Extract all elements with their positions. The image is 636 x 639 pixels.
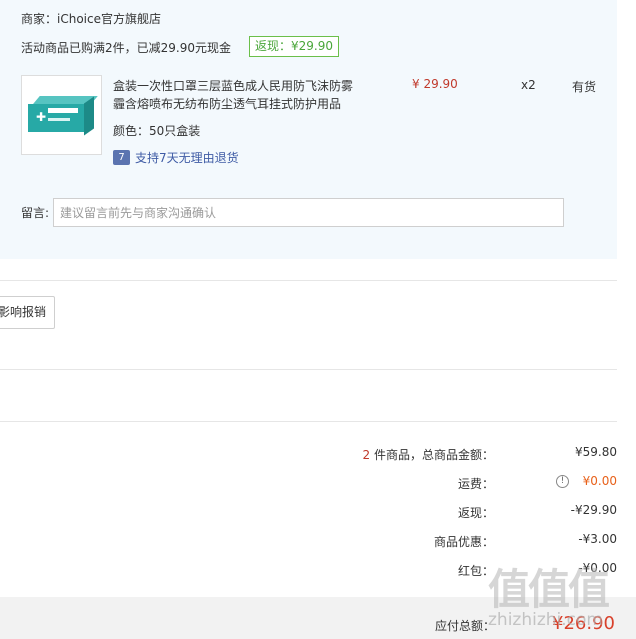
message-label: 留言: [21, 206, 50, 220]
items-total-label: 2 件商品，总商品金额： [363, 446, 494, 463]
total-label: 应付总额： [435, 619, 496, 633]
discount-label: 商品优惠： [433, 535, 494, 549]
return-policy-link[interactable]: 支持7天无理由退货 [135, 149, 239, 166]
rebate-badge: 返现：¥29.90 [249, 36, 339, 57]
divider [0, 421, 617, 422]
discount-value: -¥3.00 [578, 532, 617, 546]
rebate-label: 返现： [457, 506, 494, 520]
shipping-value: ¥0.00 [582, 474, 617, 488]
shipping-label: 运费： [457, 477, 494, 491]
items-total-text: 件商品，总商品金额： [370, 448, 494, 462]
mask-box-label [48, 108, 78, 113]
product-quantity: x2 [521, 78, 536, 92]
product-price: ¥ 29.90 [412, 77, 458, 91]
divider [0, 369, 617, 370]
watermark-domain: zhizhizhi.com [488, 610, 603, 630]
return-policy-icon: 7 [113, 150, 130, 165]
product-variant: 颜色：50只盒装 [113, 124, 201, 138]
product-title-line2[interactable]: 霾含熔喷布无纺布防尘透气耳挂式防护用品 [113, 95, 341, 112]
mask-box-side [84, 96, 94, 136]
medical-cross-icon: ✚ [36, 110, 47, 124]
stock-status: 有货 [572, 80, 597, 94]
shop-name[interactable]: 商家：iChoice官方旗舰店 [21, 10, 161, 27]
info-icon[interactable]: ! [556, 475, 569, 488]
rebate-value: -¥29.90 [570, 503, 617, 517]
invoice-button[interactable]: 影响报销 [0, 296, 55, 329]
watermark-logo: 值值值 [488, 565, 610, 614]
product-thumbnail[interactable]: ✚ [21, 75, 102, 155]
product-title-line1[interactable]: 盒装一次性口罩三层蓝色成人民用防飞沫防雾 [113, 77, 353, 94]
message-input[interactable] [53, 198, 564, 227]
divider [0, 280, 617, 281]
promotion-text: 活动商品已购满2件，已减29.90元现金 [21, 41, 231, 55]
mask-box-label-secondary [48, 118, 70, 121]
items-total-value: ¥59.80 [575, 445, 617, 459]
